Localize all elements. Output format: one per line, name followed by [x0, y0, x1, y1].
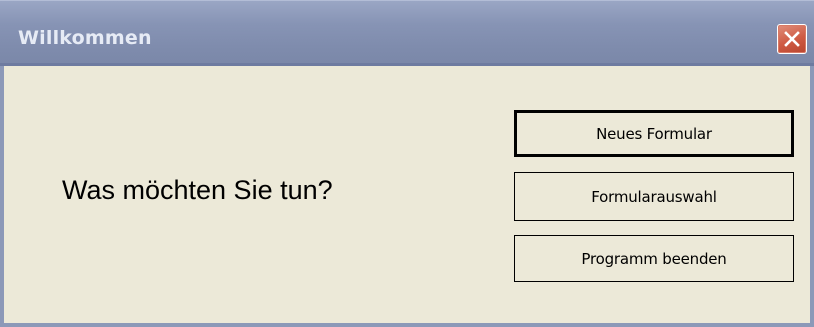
- close-icon: [784, 31, 800, 47]
- exit-program-button[interactable]: Programm beenden: [514, 235, 794, 282]
- window-border-bottom: [0, 323, 814, 327]
- window-border-right: [810, 66, 814, 327]
- welcome-dialog: Willkommen Was möchten Sie tun? Neues Fo…: [0, 0, 814, 327]
- prompt-text: Was möchten Sie tun?: [62, 175, 333, 205]
- form-selection-button[interactable]: Formularauswahl: [514, 172, 794, 221]
- window-title: Willkommen: [18, 27, 152, 49]
- title-bar[interactable]: Willkommen: [0, 0, 814, 66]
- window-border-left: [0, 66, 4, 327]
- close-button[interactable]: [777, 24, 807, 54]
- new-form-button[interactable]: Neues Formular: [514, 110, 794, 157]
